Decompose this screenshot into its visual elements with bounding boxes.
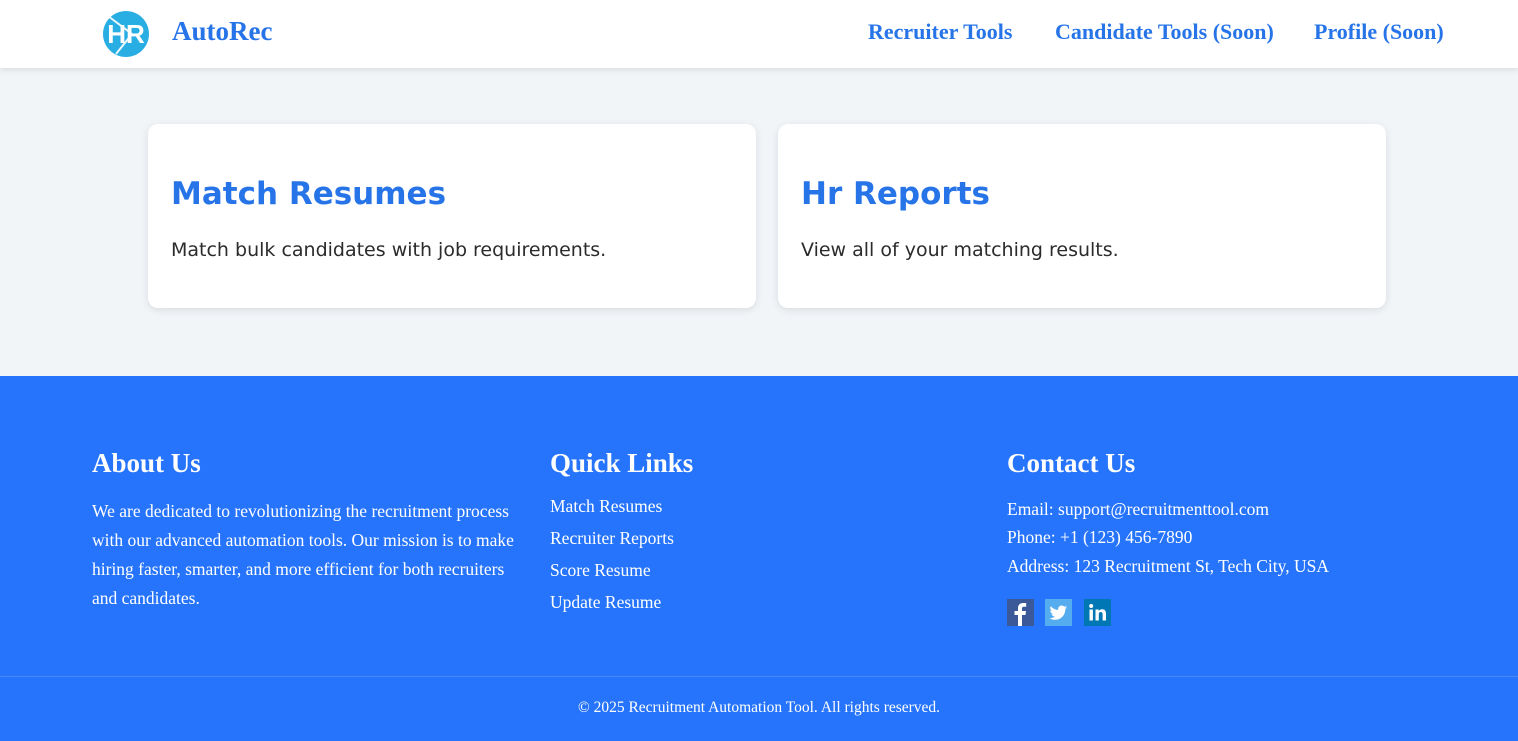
footer: About Us We are dedicated to revolutioni… — [0, 376, 1518, 741]
contact-us-heading: Contact Us — [1007, 448, 1136, 478]
footer-divider — [0, 676, 1518, 677]
hr-reports-card[interactable]: Hr Reports View all of your matching res… — [778, 124, 1386, 308]
card-title: Match Resumes — [171, 176, 447, 212]
quick-link-recruiter-reports[interactable]: Recruiter Reports — [550, 527, 674, 559]
about-us-text: We are dedicated to revolutionizing the … — [92, 501, 514, 608]
quick-links-list: Match Resumes Recruiter Reports Score Re… — [550, 495, 674, 623]
linkedin-icon[interactable] — [1084, 599, 1111, 626]
nav-profile[interactable]: Profile (Soon) — [1314, 19, 1444, 45]
quick-links-heading: Quick Links — [550, 448, 694, 478]
nav-candidate-tools[interactable]: Candidate Tools (Soon) — [1055, 19, 1274, 45]
copyright-text: © 2025 Recruitment Automation Tool. All … — [577, 699, 941, 716]
contact-phone: Phone: +1 (123) 456-7890 — [1007, 527, 1193, 547]
card-description: Match bulk candidates with job requireme… — [171, 239, 607, 261]
contact-email: Email: support@recruitmenttool.com — [1007, 499, 1270, 519]
quick-link-score-resume[interactable]: Score Resume — [550, 559, 674, 591]
contact-address: Address: 123 Recruitment St, Tech City, … — [1007, 556, 1330, 576]
card-title: Hr Reports — [801, 176, 990, 212]
logo-text: HR — [107, 19, 145, 49]
hr-logo-icon[interactable]: HR — [102, 8, 150, 60]
top-navbar: HR AutoRec Recruiter Tools Candidate Too… — [0, 0, 1518, 68]
quick-link-match-resumes[interactable]: Match Resumes — [550, 495, 674, 527]
nav-recruiter-tools[interactable]: Recruiter Tools — [868, 19, 1012, 45]
brand-name[interactable]: AutoRec — [172, 16, 272, 47]
facebook-icon[interactable] — [1007, 599, 1034, 626]
twitter-icon[interactable] — [1045, 599, 1072, 626]
match-resumes-card[interactable]: Match Resumes Match bulk candidates with… — [148, 124, 756, 308]
about-us-heading: About Us — [92, 448, 201, 478]
quick-link-update-resume[interactable]: Update Resume — [550, 591, 674, 623]
card-description: View all of your matching results. — [801, 239, 1119, 261]
